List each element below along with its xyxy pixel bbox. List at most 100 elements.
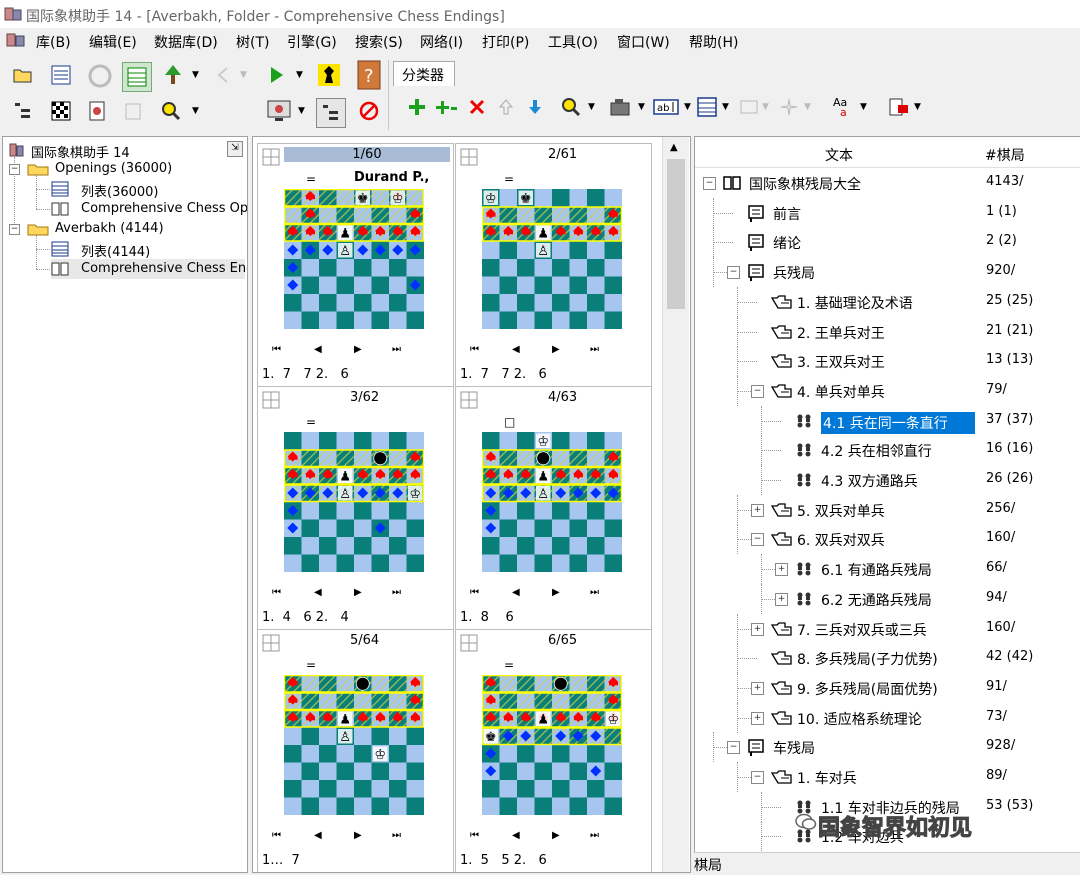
tree-row[interactable]: − 兵残局 920/: [695, 257, 1080, 288]
last-icon[interactable]: ⏭: [590, 830, 599, 841]
expand-icon[interactable]: +: [751, 711, 764, 725]
menu-tree[interactable]: 树(T): [236, 32, 269, 52]
export-icon[interactable]: [888, 96, 910, 118]
tree-row[interactable]: 3. 王双兵对王 13 (13): [695, 346, 1080, 377]
tree-row[interactable]: +6.2 无通路兵残局 94/: [695, 583, 1080, 614]
tree-row[interactable]: − 6. 双兵对双兵 160/: [695, 524, 1080, 555]
text-field-icon[interactable]: ab: [652, 96, 684, 118]
table-icon[interactable]: [122, 62, 152, 92]
prev-icon[interactable]: ◀: [512, 830, 520, 841]
export-dropdown-icon[interactable]: ▼: [914, 102, 921, 112]
expand-icon[interactable]: +: [775, 563, 788, 577]
cell-grid-icon[interactable]: [262, 634, 280, 652]
last-icon[interactable]: ⏭: [392, 587, 401, 598]
search-dropdown-icon[interactable]: ▼: [192, 106, 199, 116]
tree-item-averbakh-book[interactable]: Comprehensive Chess Endir: [51, 259, 247, 279]
chess-piece-icon[interactable]: [316, 62, 342, 88]
app-menu-icon[interactable]: [6, 32, 26, 48]
tree-row[interactable]: − 国际象棋残局大全 4143/: [695, 168, 1080, 198]
first-icon[interactable]: ⏮: [272, 587, 281, 598]
collapse-icon[interactable]: −: [9, 224, 20, 235]
collapse-icon[interactable]: −: [727, 741, 740, 755]
play-icon[interactable]: [266, 64, 288, 86]
tree-row[interactable]: +6.1 有通路兵残局 66/: [695, 554, 1080, 585]
tree-row[interactable]: 1. 基础理论及术语 25 (25): [695, 286, 1080, 317]
chess-board[interactable]: ♔ ♟ ♙: [482, 432, 622, 572]
sparkle-icon[interactable]: [778, 96, 800, 118]
tree-row[interactable]: 2. 王单兵对王 21 (21): [695, 316, 1080, 347]
find-dropdown-icon[interactable]: ▼: [588, 102, 595, 112]
grid-view-icon[interactable]: [696, 96, 718, 118]
paste-icon[interactable]: [122, 100, 144, 122]
tree-row[interactable]: 前言 1 (1): [695, 197, 1080, 228]
tree-row[interactable]: +10. 适应格系统理论 73/: [695, 702, 1080, 733]
add-child-icon[interactable]: [436, 96, 458, 118]
game-cell[interactable]: 5/64 = ♟ ♙ ♔ ⏮ ◀ ▶ ⏭ 1… 7: [257, 629, 454, 872]
stop-icon[interactable]: [358, 100, 380, 122]
game-cell[interactable]: 1/60 = Durand P., ♚ ♔ ♟ ♙ ⏮ ◀ ▶ ⏭ 1. 7 7 2. 6: [257, 143, 454, 387]
first-icon[interactable]: ⏮: [470, 830, 479, 841]
collapse-icon[interactable]: −: [727, 266, 740, 280]
find-icon[interactable]: [560, 96, 582, 118]
menu-database[interactable]: 数据库(D): [154, 32, 218, 52]
delete-icon[interactable]: [466, 96, 488, 118]
camera-dropdown-icon[interactable]: ▼: [638, 102, 645, 112]
prev-icon[interactable]: ◀: [512, 344, 520, 355]
menu-edit[interactable]: 编辑(E): [89, 32, 137, 52]
open-folder-icon[interactable]: [12, 64, 34, 86]
menu-engine[interactable]: 引擎(G): [287, 32, 337, 52]
game-cell[interactable]: 6/65 = ♟ ♚ ♔ ⏮ ◀ ▶ ⏭ 1. 5 5 2. 6: [455, 629, 652, 872]
tree-item-averbakh[interactable]: Averbakh (4144): [27, 219, 245, 239]
pin-icon[interactable]: ⇲: [227, 141, 243, 157]
first-icon[interactable]: ⏮: [272, 830, 281, 841]
first-icon[interactable]: ⏮: [470, 344, 479, 355]
layout-dropdown-icon[interactable]: ▼: [762, 102, 769, 112]
list-view-icon[interactable]: [50, 64, 72, 86]
cell-grid-icon[interactable]: [460, 391, 478, 409]
refresh-icon[interactable]: [86, 62, 114, 90]
tree-row[interactable]: − 4. 单兵对单兵 79/: [695, 375, 1080, 406]
cell-grid-icon[interactable]: [262, 391, 280, 409]
menu-search[interactable]: 搜索(S): [355, 32, 403, 52]
tree-row[interactable]: 4.2 兵在相邻直行 16 (16): [695, 435, 1080, 466]
first-icon[interactable]: ⏮: [470, 587, 479, 598]
tree-row[interactable]: +7. 三兵对双兵或三兵 160/: [695, 613, 1080, 644]
game-cell[interactable]: 2/61 = ♔ ♚ ♟ ♙ ⏮ ◀ ▶ ⏭ 1. 7 7 2. 6: [455, 143, 652, 387]
scroll-thumb[interactable]: [667, 159, 685, 309]
collapse-icon[interactable]: −: [9, 164, 20, 175]
next-icon[interactable]: ▶: [354, 830, 362, 841]
play-dropdown-icon[interactable]: ▼: [296, 70, 303, 80]
game-cell[interactable]: 3/62 = ♟ ♙ ♔ ⏮ ◀ ▶ ⏭ 1. 4 6 2. 4: [257, 386, 454, 630]
next-icon[interactable]: ▶: [552, 344, 560, 355]
menu-help[interactable]: 帮助(H): [689, 32, 738, 52]
menu-tools[interactable]: 工具(O): [548, 32, 598, 52]
back-dropdown-icon[interactable]: ▼: [240, 70, 247, 80]
tree-row[interactable]: − 车残局 928/: [695, 732, 1080, 763]
collapse-icon[interactable]: −: [751, 384, 764, 398]
chess-board[interactable]: ♟ ♙ ♔: [284, 432, 424, 572]
tree-item-openings-book[interactable]: Comprehensive Chess Oper: [51, 199, 247, 219]
game-cell[interactable]: 4/63 □ ♔ ♟ ♙ ⏮ ◀ ▶ ⏭ 1. 8 6: [455, 386, 652, 630]
prev-icon[interactable]: ◀: [512, 587, 520, 598]
tree-item-openings-list[interactable]: 列表(36000): [51, 179, 245, 200]
column-header-text[interactable]: 文本: [825, 145, 853, 165]
tree-row[interactable]: 4.3 双方通路兵 26 (26): [695, 465, 1080, 495]
layout-icon[interactable]: [738, 96, 760, 118]
tree-row[interactable]: 绪论 2 (2): [695, 227, 1080, 258]
tree-item-averbakh-list[interactable]: 列表(4144): [51, 239, 245, 260]
expand-icon[interactable]: +: [751, 503, 764, 517]
expand-icon[interactable]: +: [751, 681, 764, 695]
expand-icon[interactable]: +: [775, 592, 788, 606]
board-icon[interactable]: [50, 100, 72, 122]
sparkle-dropdown-icon[interactable]: ▼: [804, 102, 811, 112]
cell-grid-icon[interactable]: [460, 634, 478, 652]
cell-grid-icon[interactable]: [262, 148, 280, 166]
chess-board[interactable]: ♚ ♔ ♟ ♙: [284, 189, 424, 329]
collapse-icon[interactable]: −: [751, 533, 764, 547]
first-icon[interactable]: ⏮: [272, 344, 281, 355]
menu-print[interactable]: 打印(P): [482, 32, 529, 52]
prev-icon[interactable]: ◀: [314, 344, 322, 355]
last-icon[interactable]: ⏭: [392, 344, 401, 355]
tree-icon[interactable]: [160, 62, 186, 88]
last-icon[interactable]: ⏭: [590, 587, 599, 598]
